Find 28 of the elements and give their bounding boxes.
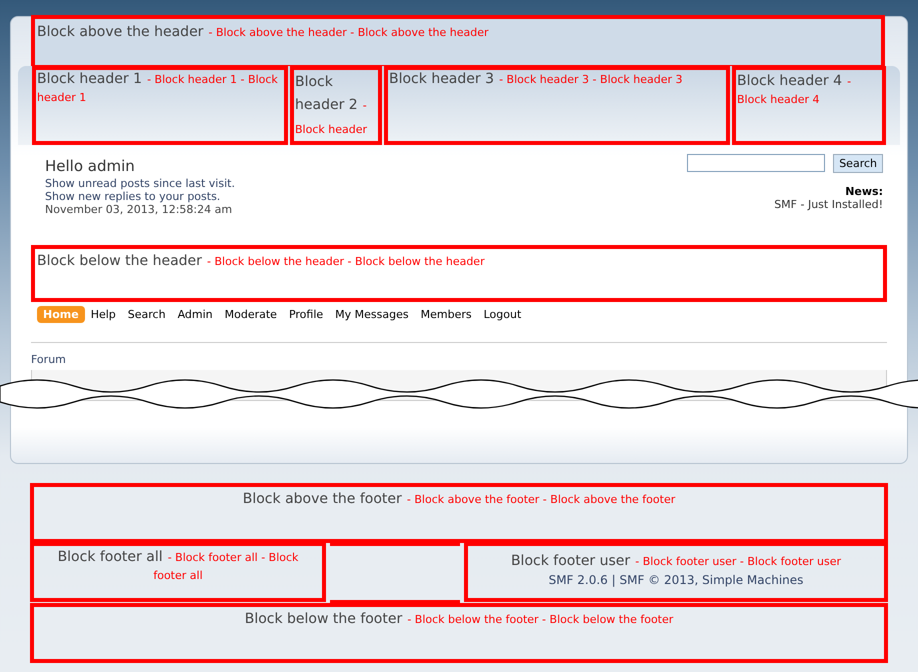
- user-link[interactable]: Show new replies to your posts.: [45, 190, 235, 203]
- menu-tab[interactable]: Search: [122, 306, 172, 323]
- block-caption: Block header 1 - Block header 1 - Block header 1: [37, 70, 279, 106]
- greeting: Hello admin: [45, 157, 136, 175]
- menu-tab[interactable]: Moderate: [218, 306, 283, 323]
- block-caption: Block footer user - Block footer user - Block footer user: [510, 552, 842, 571]
- copyright-text: SMF 2.0.6 | SMF © 2013, Simple Machines: [548, 573, 804, 587]
- block-caption: Block below the footer - Block below the footer - Block below the footer: [244, 610, 674, 629]
- block-caption: Block header 3 - Block header 3 - Block header 3: [389, 70, 684, 88]
- menu-tab[interactable]: Logout: [478, 306, 528, 323]
- news-text: SMF - Just Installed!: [774, 198, 883, 211]
- block-caption: Block header 2 - Block header: [295, 73, 368, 138]
- breadcrumb-link[interactable]: Forum: [31, 353, 66, 366]
- block-caption: Block footer all - Block footer all - Block footer all: [56, 548, 300, 584]
- block-caption: Block above the footer - Block above the footer - Block above the footer: [242, 490, 676, 509]
- search-button[interactable]: Search: [833, 154, 883, 173]
- user-link[interactable]: Show unread posts since last visit.: [45, 177, 235, 190]
- news-label: News:: [845, 185, 883, 198]
- menu-tab[interactable]: My Messages: [329, 306, 415, 323]
- date-text: November 03, 2013, 12:58:24 am: [45, 203, 234, 216]
- menu-tab[interactable]: Help: [84, 306, 122, 323]
- block-caption: Block above the header - Block above the header - Block above the header: [37, 23, 490, 42]
- block-caption: Block below the header - Block below the header - Block below the header: [37, 252, 486, 271]
- menu-tab[interactable]: Members: [414, 306, 478, 323]
- menu-tab[interactable]: Profile: [282, 306, 330, 323]
- block-caption: Block header 4 - Block header 4: [737, 72, 852, 108]
- search-field[interactable]: [687, 154, 826, 172]
- menu-tab[interactable]: Admin: [172, 306, 219, 323]
